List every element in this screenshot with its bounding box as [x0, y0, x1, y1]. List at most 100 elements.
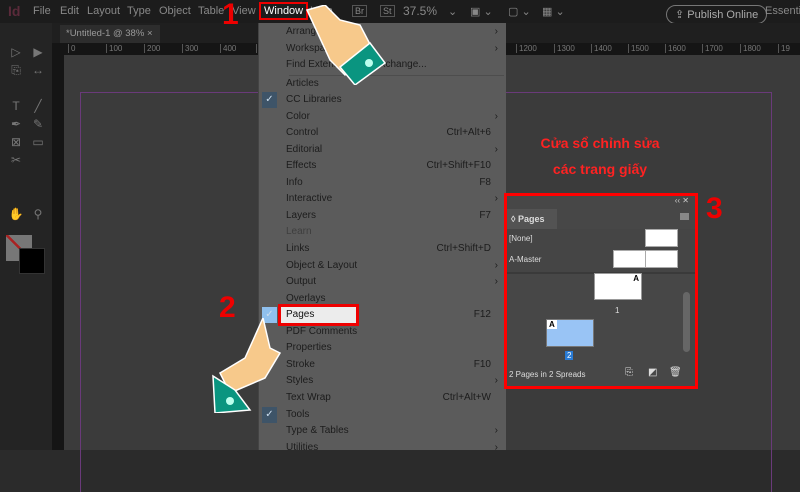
menu-item-object-layout[interactable]: Object & Layout ›: [259, 258, 507, 275]
page-1-thumbnail[interactable]: A: [594, 273, 642, 300]
menu-item-label: Effects: [286, 160, 317, 172]
chevron-right-icon: ›: [494, 42, 498, 54]
chevron-right-icon: ›: [494, 110, 498, 122]
menu-file[interactable]: File: [33, 5, 51, 17]
menu-item-output[interactable]: Output ›: [259, 274, 507, 291]
menu-item-stroke[interactable]: Stroke F10: [259, 357, 507, 374]
menu-item-editorial[interactable]: Editorial ›: [259, 142, 507, 159]
a-master-thumbnail[interactable]: [613, 250, 678, 268]
chevron-right-icon: ›: [494, 441, 498, 453]
menu-item-shortcut: F8: [479, 176, 491, 188]
menu-item-styles[interactable]: Styles ›: [259, 373, 507, 390]
chevron-right-icon: ›: [494, 26, 498, 37]
menu-item-effects[interactable]: Effects Ctrl+Shift+F10: [259, 158, 507, 175]
master-none[interactable]: [None]: [509, 234, 533, 243]
page-2-thumbnail[interactable]: A: [546, 319, 594, 347]
pen-tool-icon[interactable]: ✒: [8, 117, 24, 131]
annotation-note-2: các trang giấy: [552, 161, 648, 177]
menu-item-tools[interactable]: ✓ Tools: [259, 406, 507, 424]
trash-icon[interactable]: 🗑: [669, 367, 682, 378]
menu-item-type-tables[interactable]: Type & Tables ›: [259, 423, 507, 440]
gap-tool-icon[interactable]: ↔: [30, 63, 46, 77]
zoom-level[interactable]: 37.5%: [403, 4, 437, 18]
menu-item-text-wrap[interactable]: Text Wrap Ctrl+Alt+W: [259, 390, 507, 407]
pages-panel: ‹‹ ✕ ◊ Pages [None] A-Master A 1 A 2 2 P…: [504, 193, 698, 389]
menu-item-shortcut: F10: [473, 358, 491, 370]
publish-online-button[interactable]: ⇪ Publish Online: [666, 5, 768, 24]
upload-icon: ⇪: [675, 9, 688, 21]
line-tool-icon[interactable]: ╱: [30, 99, 46, 113]
rectangle-frame-tool-icon[interactable]: ⊠: [8, 135, 24, 149]
menu-item-label: Control: [286, 127, 319, 139]
menu-item-links[interactable]: Links Ctrl+Shift+D: [259, 241, 507, 258]
edit-page-size-icon[interactable]: ⎘: [625, 367, 633, 378]
menu-table[interactable]: Table: [198, 5, 224, 17]
close-icon[interactable]: ×: [147, 28, 153, 39]
menu-item-label: Learn: [286, 226, 312, 238]
menu-type[interactable]: Type: [127, 5, 151, 17]
hand-tool-icon[interactable]: ✋: [8, 207, 24, 221]
menu-item-overlays[interactable]: Overlays: [259, 291, 507, 308]
menu-item-label: Object & Layout: [286, 259, 358, 271]
type-tool-icon[interactable]: T: [8, 99, 24, 113]
menu-item-interactive[interactable]: Interactive ›: [259, 191, 507, 208]
menu-item-learn: Learn: [259, 224, 507, 241]
zoom-tool-icon[interactable]: ⚲: [30, 207, 46, 221]
pointing-hand-icon: [305, 5, 387, 85]
menu-item-label: Stroke: [286, 358, 315, 370]
menu-item-properties[interactable]: Properties: [259, 340, 507, 357]
step-3-label: 3: [706, 192, 723, 225]
menu-item-pdf-comments[interactable]: PDF Comments: [259, 324, 507, 341]
menu-edit[interactable]: Edit: [60, 5, 79, 17]
menu-item-label: Styles: [286, 375, 314, 387]
menu-item-layers[interactable]: Layers F7: [259, 208, 507, 225]
page-tool-icon[interactable]: ⎘: [8, 63, 24, 77]
chevron-down-icon[interactable]: ⌄: [448, 5, 457, 18]
stroke-swatch[interactable]: [19, 248, 45, 274]
window-menu: Arrange›Workspace›Find Extensions on Exc…: [258, 23, 507, 453]
menu-item-shortcut: F12: [473, 309, 491, 321]
menu-item-label: Utilities: [286, 441, 319, 453]
app-logo: Id: [8, 3, 21, 19]
menu-item-label: Pages: [278, 304, 359, 327]
view-options-icon[interactable]: ▢ ⌄: [508, 5, 531, 18]
arrange-documents-icon[interactable]: ▦ ⌄: [542, 5, 565, 18]
direct-selection-tool-icon[interactable]: ▶: [30, 45, 46, 59]
menu-item-label: Text Wrap: [286, 391, 331, 403]
document-tab[interactable]: *Untitled-1 @ 38% ×: [60, 25, 160, 43]
pencil-tool-icon[interactable]: ✎: [30, 117, 46, 131]
menu-object[interactable]: Object: [159, 5, 191, 17]
menu-item-pages[interactable]: ✓ Pages F12: [259, 304, 507, 327]
menu-item-label: Links: [286, 243, 310, 254]
pages-panel-tab[interactable]: ◊ Pages: [507, 209, 557, 229]
scrollbar-thumb[interactable]: [683, 292, 690, 352]
page-2-label: 2: [565, 351, 574, 360]
screen-mode-icon[interactable]: ▣ ⌄: [470, 5, 493, 18]
new-page-icon[interactable]: ◩: [648, 367, 657, 378]
menu-layout[interactable]: Layout: [87, 5, 120, 17]
panel-menu-icon[interactable]: [680, 213, 689, 220]
menu-item-label: Type & Tables: [286, 425, 349, 437]
menu-item-color[interactable]: Color ›: [259, 109, 507, 126]
menu-item-control[interactable]: Control Ctrl+Alt+6: [259, 125, 507, 142]
menu-item-label: Layers: [286, 209, 317, 221]
chevron-right-icon: ›: [494, 193, 498, 205]
menu-item-info[interactable]: Info F8: [259, 175, 507, 192]
none-thumbnail[interactable]: [645, 229, 678, 247]
masters-section: [None] A-Master: [507, 229, 695, 274]
collapse-close-icons[interactable]: ‹‹ ✕: [675, 196, 689, 205]
menu-item-label: Interactive: [286, 193, 333, 205]
pages-status: 2 Pages in 2 Spreads: [509, 370, 586, 379]
menu-item-label: CC Libraries: [286, 94, 342, 106]
master-a[interactable]: A-Master: [509, 255, 541, 264]
menu-item-label: Overlays: [286, 292, 326, 304]
workspace-switcher[interactable]: Essentials: [765, 5, 800, 17]
selection-tool-icon[interactable]: ▷: [8, 45, 24, 59]
menu-item-label: Tools: [286, 408, 310, 420]
menu-item-label: PDF Comments: [286, 325, 358, 337]
rectangle-tool-icon[interactable]: ▭: [30, 135, 46, 149]
scissors-tool-icon[interactable]: ✂: [8, 153, 24, 167]
menu-item-utilities[interactable]: Utilities ›: [259, 440, 507, 457]
menu-item-shortcut: Ctrl+Alt+W: [442, 391, 491, 403]
menu-item-cc-libraries[interactable]: ✓ CC Libraries: [259, 92, 507, 109]
